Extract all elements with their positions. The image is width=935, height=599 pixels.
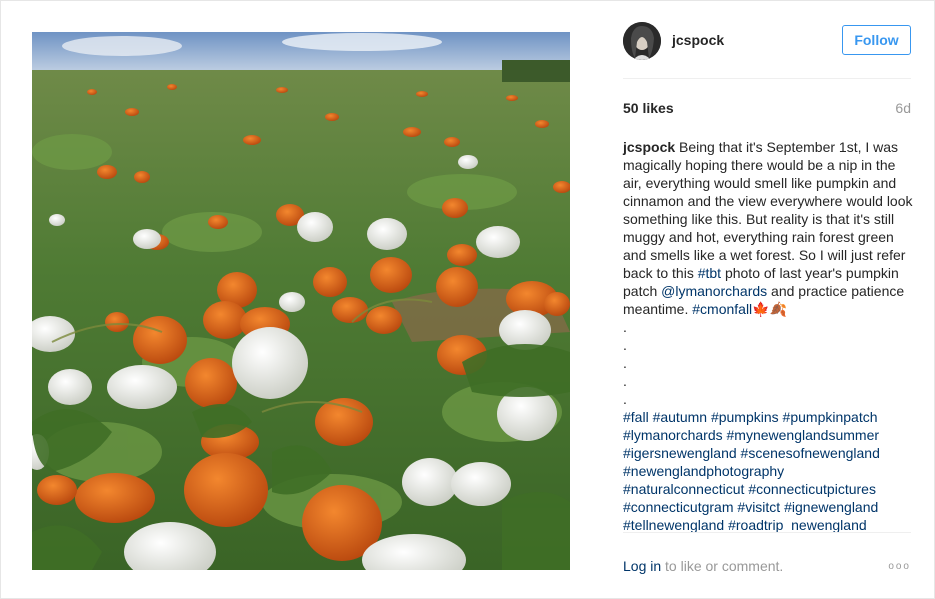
hashtag-link[interactable]: #naturalconnecticut: [623, 481, 744, 497]
follow-button[interactable]: Follow: [842, 25, 911, 55]
caption-username[interactable]: jcspock: [623, 139, 675, 155]
more-options-icon[interactable]: ooo: [888, 561, 911, 572]
post-age[interactable]: 6d: [895, 100, 911, 116]
hashtag-link[interactable]: #scenesofnewengland: [741, 445, 880, 461]
hashtag-link[interactable]: #roadtrip_newengland: [728, 517, 867, 533]
leaf-emoji: 🍁🍂: [752, 301, 788, 317]
hashtag-link[interactable]: #lymanorchards: [623, 427, 723, 443]
pumpkin-field-image: [32, 32, 570, 570]
hashtag-link[interactable]: #pumpkinpatch: [783, 409, 878, 425]
mention-link[interactable]: @lymanorchards: [661, 283, 767, 299]
hashtag-link[interactable]: #ignewengland: [784, 499, 878, 515]
hashtag-link[interactable]: #tbt: [698, 265, 721, 281]
post-header: jcspock Follow: [623, 18, 911, 79]
comment-prompt: Log in to like or comment. ooo: [623, 558, 911, 578]
dot-line: .: [623, 355, 627, 371]
hashtag-link[interactable]: #newenglandphotography: [623, 463, 784, 479]
hashtag-link[interactable]: #autumn: [653, 409, 707, 425]
hashtag-link[interactable]: #visitct: [737, 499, 780, 515]
hashtag-link[interactable]: #cmonfall: [692, 301, 752, 317]
post-photo[interactable]: [32, 32, 570, 570]
hashtag-list: #fall #autumn #pumpkins #pumpkinpatch #l…: [623, 408, 913, 534]
avatar-image: [623, 22, 661, 60]
caption-dots: . . . . .: [623, 318, 913, 408]
hashtag-link[interactable]: #pumpkins: [711, 409, 779, 425]
comment-divider: [623, 532, 911, 533]
hashtag-link[interactable]: #fall: [623, 409, 649, 425]
dot-line: .: [623, 373, 627, 389]
post-caption: jcspock Being that it's September 1st, I…: [623, 138, 913, 534]
avatar[interactable]: [623, 22, 661, 60]
hashtag-link[interactable]: #igersnewengland: [623, 445, 737, 461]
hashtag-link[interactable]: #mynewenglandsummer: [727, 427, 880, 443]
login-suffix: to like or comment.: [661, 558, 784, 574]
hashtag-link[interactable]: #connecticutpictures: [748, 481, 876, 497]
likes-count[interactable]: 50 likes: [623, 100, 674, 116]
dot-line: .: [623, 337, 627, 353]
header-username[interactable]: jcspock: [672, 32, 724, 48]
post-container: jcspock Follow 50 likes 6d jcspock Being…: [0, 0, 935, 599]
post-sidebar: jcspock Follow 50 likes 6d jcspock Being…: [623, 18, 913, 574]
hashtag-link[interactable]: #connecticutgram: [623, 499, 734, 515]
dot-line: .: [623, 319, 627, 335]
login-link[interactable]: Log in: [623, 558, 661, 574]
dot-line: .: [623, 391, 627, 407]
likes-row: 50 likes 6d: [623, 100, 911, 120]
hashtag-link[interactable]: #tellnewengland: [623, 517, 724, 533]
caption-text-1: Being that it's September 1st, I was mag…: [623, 139, 913, 281]
